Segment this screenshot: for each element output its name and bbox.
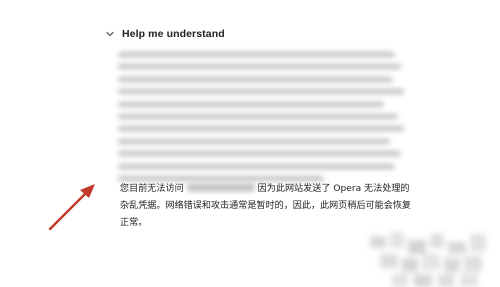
chevron-down-icon	[106, 31, 114, 37]
watermark-mosaic	[370, 232, 486, 287]
details-title: Help me understand	[122, 28, 225, 40]
error-message: 您目前无法访问 因为此网站发送了 Opera 无法处理的杂乱凭据。网络错误和攻击通…	[120, 181, 416, 232]
blurred-explanation-text	[118, 52, 404, 188]
help-me-understand-toggle[interactable]: Help me understand	[105, 28, 225, 40]
redacted-site-url	[186, 183, 255, 192]
message-prefix: 您目前无法访问	[120, 184, 184, 194]
